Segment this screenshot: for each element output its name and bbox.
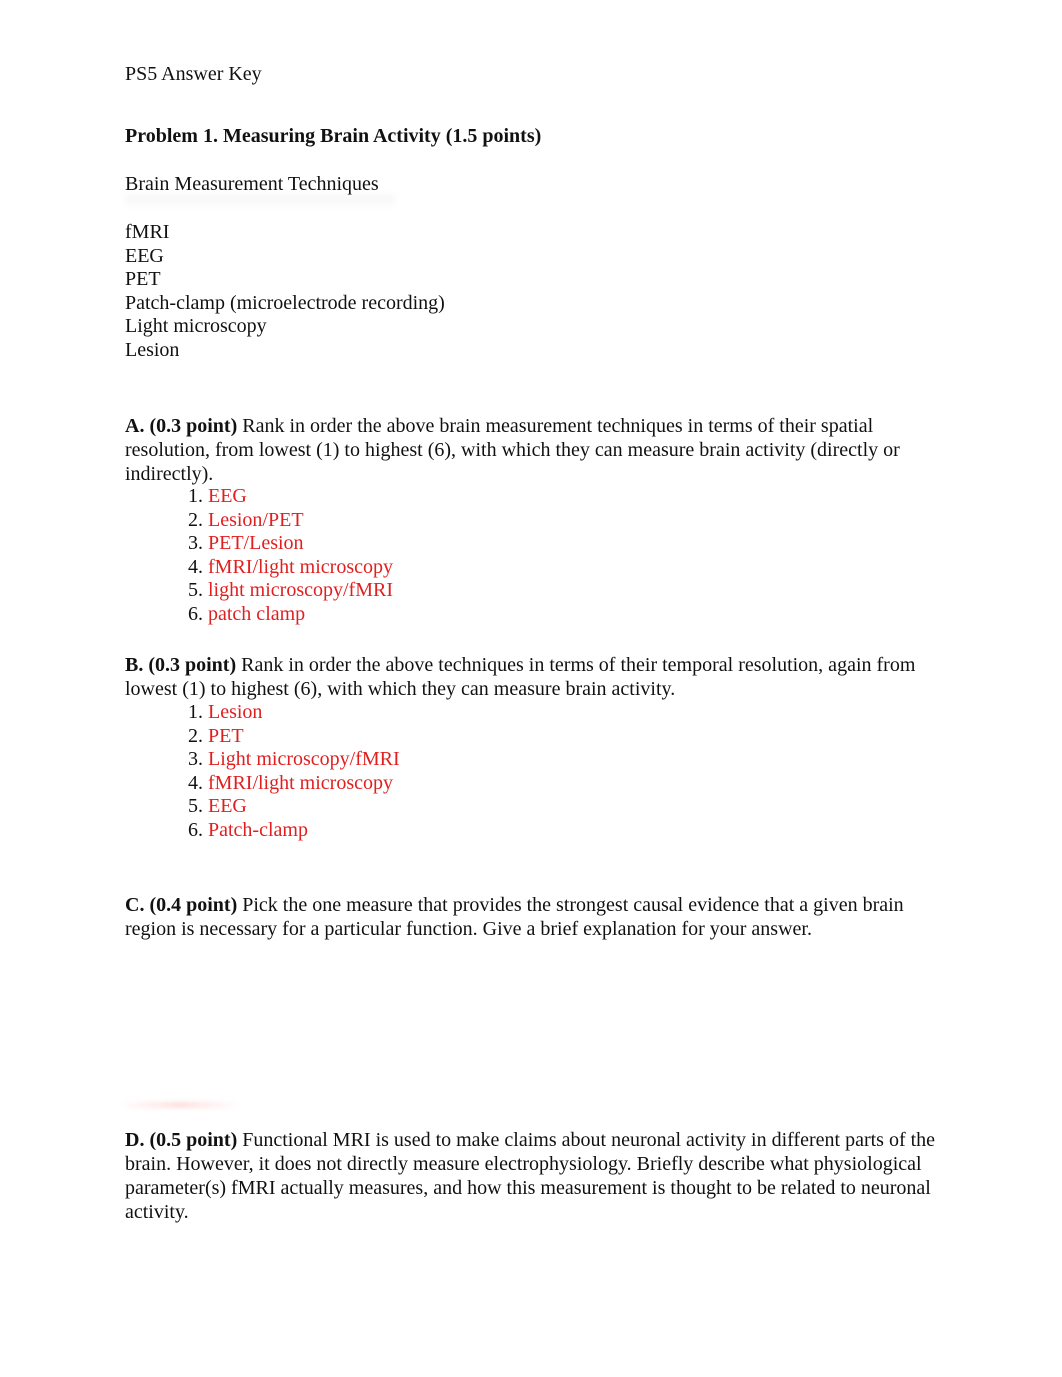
question-d-text: Functional MRI is used to make claims ab… [125,1129,936,1223]
answer-number: 3. [188,748,203,770]
question-a-label: A. (0.3 point) [125,415,238,437]
answer-number: 1. [188,701,203,723]
answer-number: 2. [188,724,203,747]
technique-item: PET [125,268,161,290]
question-b-label: B. (0.3 point) [125,654,237,676]
answer-item: 1. EEG [188,485,393,509]
question-a-answers: 1. EEG 2. Lesion/PET 3. PET/Lesion 4. fM… [188,485,393,626]
answer-text: Lesion/PET [208,508,304,531]
answer-text: fMRI/light microscopy [208,771,393,794]
techniques-heading: Brain Measurement Techniques [125,173,379,195]
answer-number: 3. [188,532,203,554]
question-b-answers: 1. Lesion 2. PET 3. Light microscopy/fMR… [188,701,400,842]
answer-item: 4. fMRI/light microscopy [188,556,393,580]
document-header: PS5 Answer Key [125,63,262,85]
answer-text: patch clamp [208,602,306,625]
answer-text: Patch-clamp [208,818,308,841]
answer-text: Lesion [208,701,263,723]
answer-text: fMRI/light microscopy [208,555,393,578]
answer-number: 1. [188,485,203,507]
scan-smudge [120,1102,240,1108]
technique-item: Patch-clamp (microelectrode recording) [125,291,445,314]
question-c-label: C. (0.4 point) [125,894,238,916]
answer-item: 6. patch clamp [188,603,393,627]
answer-number: 2. [188,508,203,531]
answer-item: 3. PET/Lesion [188,532,393,556]
answer-item: 3. Light microscopy/fMRI [188,748,400,772]
scan-shadow [125,195,395,209]
answer-number: 6. [188,602,203,625]
question-b-text: Rank in order the above techniques in te… [125,654,916,700]
question-a: A. (0.3 point) Rank in order the above b… [125,414,945,486]
question-a-text: Rank in order the above brain measuremen… [125,415,900,485]
answer-text: PET [208,724,244,747]
technique-item: fMRI [125,221,170,243]
technique-item: EEG [125,244,164,267]
technique-item: Lesion [125,338,180,361]
problem-title: Problem 1. Measuring Brain Activity (1.5… [125,125,542,147]
answer-item: 5. light microscopy/fMRI [188,579,393,603]
answer-number: 4. [188,771,203,794]
answer-item: 2. Lesion/PET [188,509,393,533]
answer-item: 5. EEG [188,795,400,819]
answer-item: 4. fMRI/light microscopy [188,772,400,796]
question-c: C. (0.4 point) Pick the one measure that… [125,893,945,941]
technique-item: Light microscopy [125,315,267,337]
answer-item: 6. Patch-clamp [188,819,400,843]
answer-text: EEG [208,795,247,817]
answer-number: 6. [188,818,203,841]
answer-item: 1. Lesion [188,701,400,725]
question-c-text: Pick the one measure that provides the s… [125,894,904,940]
answer-text: Light microscopy/fMRI [208,748,400,770]
answer-number: 5. [188,795,203,817]
answer-text: light microscopy/fMRI [208,579,393,601]
question-b: B. (0.3 point) Rank in order the above t… [125,653,945,701]
answer-text: EEG [208,485,247,507]
answer-number: 4. [188,555,203,578]
question-d-label: D. (0.5 point) [125,1129,238,1151]
techniques-list: fMRI EEG PET Patch-clamp (microelectrode… [125,221,445,362]
answer-item: 2. PET [188,725,400,749]
answer-text: PET/Lesion [208,532,304,554]
answer-number: 5. [188,579,203,601]
question-d: D. (0.5 point) Functional MRI is used to… [125,1128,945,1224]
